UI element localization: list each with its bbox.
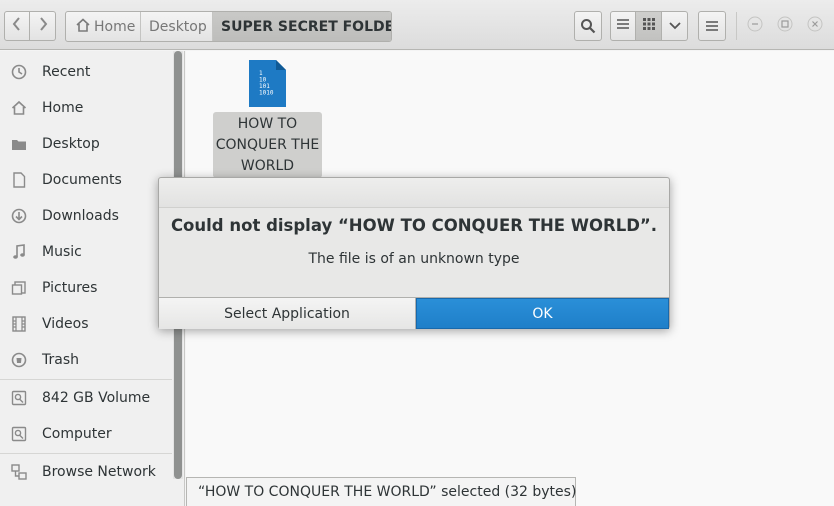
path-bar: Home Desktop SUPER SECRET FOLDER — [65, 11, 392, 42]
search-icon — [580, 18, 596, 34]
back-button[interactable] — [4, 11, 30, 41]
sidebar-item-label: Computer — [42, 426, 112, 442]
sidebar-item-label: Documents — [42, 172, 122, 188]
home-icon — [75, 17, 91, 36]
grid-view-button[interactable] — [636, 11, 662, 41]
chevron-right-icon — [38, 17, 48, 35]
home-icon — [10, 99, 28, 117]
hamburger-menu-icon — [705, 20, 719, 32]
ok-button[interactable]: OK — [416, 298, 669, 329]
folder-icon — [10, 135, 28, 153]
file-name-line: WORLD — [240, 158, 295, 174]
clock-icon — [10, 63, 28, 81]
list-view-icon — [616, 18, 630, 34]
forward-button[interactable] — [30, 11, 56, 41]
sidebar-separator — [0, 379, 172, 380]
select-application-button[interactable]: Select Application — [159, 298, 416, 329]
maximize-icon — [777, 16, 793, 36]
sidebar-item-label: Videos — [42, 316, 89, 332]
list-view-button[interactable] — [610, 11, 636, 41]
error-dialog: Could not display “HOW TO CONQUER THE WO… — [158, 177, 670, 329]
close-button[interactable] — [807, 16, 823, 36]
dialog-titlebar[interactable] — [159, 178, 669, 208]
maximize-button[interactable] — [777, 16, 793, 36]
icon-binary-line: 1010 — [259, 90, 274, 97]
search-button[interactable] — [574, 11, 602, 41]
breadcrumb-desktop[interactable]: Desktop — [141, 12, 213, 41]
navigation-buttons — [4, 11, 56, 41]
drive-icon — [10, 389, 28, 407]
sidebar-item-label: Recent — [42, 64, 91, 80]
close-icon — [807, 16, 823, 36]
sidebar-item-documents[interactable]: Documents — [0, 163, 172, 197]
sidebar-item-label: Downloads — [42, 208, 119, 224]
sidebar-item-desktop[interactable]: Desktop — [0, 127, 172, 161]
breadcrumb-home[interactable]: Home — [66, 12, 141, 41]
sidebar-item-downloads[interactable]: Downloads — [0, 199, 172, 233]
dialog-title: Could not display “HOW TO CONQUER THE WO… — [170, 216, 658, 235]
document-icon — [10, 171, 28, 189]
pictures-icon — [10, 279, 28, 297]
sidebar-item-browse-network[interactable]: Browse Network — [0, 455, 172, 489]
music-icon — [10, 243, 28, 261]
app-menu-button[interactable] — [698, 11, 726, 41]
breadcrumb-current[interactable]: SUPER SECRET FOLDER — [213, 12, 392, 41]
download-icon — [10, 207, 28, 225]
sidebar-item-recent[interactable]: Recent — [0, 55, 172, 89]
sidebar-item-label: Desktop — [42, 136, 100, 152]
view-options-button[interactable] — [662, 11, 688, 41]
file-manager-window: Home Desktop SUPER SECRET FOLDER Recent … — [0, 0, 834, 506]
sidebar-separator — [0, 453, 172, 454]
header-bar: Home Desktop SUPER SECRET FOLDER — [0, 0, 834, 50]
sidebar-item-label: Browse Network — [42, 464, 156, 480]
sidebar-item-music[interactable]: Music — [0, 235, 172, 269]
chevron-left-icon — [12, 17, 22, 35]
chevron-down-icon — [668, 18, 681, 34]
dialog-message: The file is of an unknown type — [308, 251, 520, 267]
trash-icon — [10, 351, 28, 369]
dialog-action-area: Select Application OK — [159, 297, 669, 329]
breadcrumb-current-label: SUPER SECRET FOLDER — [221, 18, 392, 35]
minimize-icon — [747, 16, 763, 36]
status-text: “HOW TO CONQUER THE WORLD” selected (32 … — [198, 484, 577, 500]
sidebar-item-label: Home — [42, 100, 84, 116]
sidebar-item-trash[interactable]: Trash — [0, 343, 172, 377]
header-separator — [736, 12, 737, 40]
drive-icon — [10, 425, 28, 443]
sidebar-item-label: Music — [42, 244, 82, 260]
sidebar-item-computer[interactable]: Computer — [0, 417, 172, 451]
view-switcher — [610, 11, 688, 41]
file-name-line: CONQUER THE — [215, 137, 320, 153]
network-icon — [10, 463, 28, 481]
sidebar-item-label: Pictures — [42, 280, 98, 296]
sidebar-item-volume[interactable]: 842 GB Volume — [0, 381, 172, 415]
film-icon — [10, 315, 28, 333]
file-name-label: HOW TO CONQUER THE WORLD — [213, 112, 322, 178]
sidebar-item-label: Trash — [42, 352, 79, 368]
minimize-button[interactable] — [747, 16, 763, 36]
breadcrumb-desktop-label: Desktop — [149, 18, 207, 35]
sidebar-item-label: 842 GB Volume — [42, 390, 151, 406]
binary-file-icon: 1 10 101 1010 — [249, 60, 286, 107]
sidebar-item-pictures[interactable]: Pictures — [0, 271, 172, 305]
sidebar-item-home[interactable]: Home — [0, 91, 172, 125]
selection-status-bar: “HOW TO CONQUER THE WORLD” selected (32 … — [186, 477, 576, 506]
breadcrumb-home-label: Home — [94, 18, 136, 35]
grid-view-icon — [642, 18, 655, 34]
file-name-line: HOW TO — [237, 116, 298, 132]
sidebar-item-videos[interactable]: Videos — [0, 307, 172, 341]
